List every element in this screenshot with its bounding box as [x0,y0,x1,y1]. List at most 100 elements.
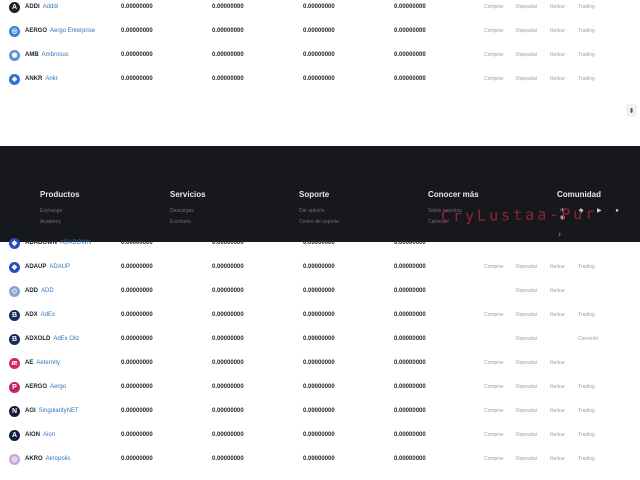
deposit-link[interactable]: Depositar [516,360,537,366]
symbol-text: ADXOLD [25,336,51,342]
table-row: ◉ AMB Ambrosus 0.00000000 0.00000000 0.000000… [0,44,640,68]
coin-icon: æ [9,358,20,369]
balance-in-order: 0.00000000 [303,76,335,82]
balance-in-order: 0.00000000 [303,312,335,318]
buy-link[interactable]: Comprar [484,4,503,10]
withdraw-link[interactable]: Retirar [550,28,565,34]
trade-link[interactable]: Trading [578,264,595,270]
trade-link[interactable]: Trading [578,52,595,58]
buy-link[interactable]: Comprar [484,264,503,270]
trade-link[interactable]: Trading [578,76,595,82]
trade-link[interactable]: Trading [578,432,595,438]
withdraw-link[interactable]: Retirar [550,432,565,438]
trade-link[interactable]: Trading [578,312,595,318]
balance-btc-value: 0.00000000 [394,456,426,462]
coin-icon: A [9,430,20,441]
trade-link[interactable]: Convertir [578,336,598,342]
asset-symbol[interactable]: AKRO Akropolis [25,456,70,462]
withdraw-link[interactable]: Retirar [550,312,565,318]
withdraw-link[interactable]: Retirar [550,288,565,294]
scroll-to-top-button[interactable]: ⬍ [626,104,637,117]
balance-available: 0.00000000 [212,384,244,390]
asset-symbol[interactable]: ADDI Adddi [25,4,58,10]
asset-symbol[interactable]: AERGO Aergo Enterprise [25,28,95,34]
buy-link[interactable]: Comprar [484,52,503,58]
asset-symbol[interactable]: ANKR Ankr [25,76,58,82]
site-footer: Productos Exchange Academy Servicios Des… [0,146,640,242]
footer-link[interactable]: Academy [40,219,80,225]
balance-in-order: 0.00000000 [303,432,335,438]
asset-symbol[interactable]: ADD ADD [25,288,54,294]
deposit-link[interactable]: Depositar [516,28,537,34]
buy-link[interactable]: Comprar [484,408,503,414]
buy-link[interactable]: Comprar [484,384,503,390]
footer-link[interactable]: Exchange [40,208,80,214]
trade-link[interactable]: Trading [578,456,595,462]
asset-symbol[interactable]: AGI SingularityNET [25,408,79,414]
buy-link[interactable]: Comprar [484,360,503,366]
balance-total: 0.00000000 [121,336,153,342]
asset-symbol[interactable]: ADADOWN ADADOWN [25,240,91,246]
balance-available: 0.00000000 [212,4,244,10]
asset-name: AdEx Old [53,336,79,342]
withdraw-link[interactable]: Retirar [550,4,565,10]
asset-symbol[interactable]: AMB Ambrosus [25,52,69,58]
buy-link[interactable]: Comprar [484,76,503,82]
balance-available: 0.00000000 [212,312,244,318]
buy-link[interactable]: Comprar [484,312,503,318]
deposit-link[interactable]: Depositar [516,264,537,270]
buy-link[interactable]: Comprar [484,456,503,462]
withdraw-link[interactable]: Retirar [550,52,565,58]
asset-symbol[interactable]: AE Aeternity [25,360,60,366]
coin-icon: ◆ [9,238,20,249]
deposit-link[interactable]: Depositar [516,52,537,58]
deposit-link[interactable]: Depositar [516,312,537,318]
deposit-link[interactable]: Depositar [516,288,537,294]
asset-symbol[interactable]: AION Aion [25,432,55,438]
symbol-text: ADX [25,312,38,318]
trade-link[interactable]: Trading [578,28,595,34]
buy-link[interactable]: Comprar [484,432,503,438]
table-row: ◈ ANKR Ankr 0.00000000 0.00000000 0.00000000 0… [0,68,640,92]
asset-symbol[interactable]: AERGO Aergo [25,384,66,390]
deposit-link[interactable]: Depositar [516,456,537,462]
balance-available: 0.00000000 [212,52,244,58]
balance-in-order: 0.00000000 [303,28,335,34]
footer-col-soporte: Soporte Dar opinión Centro de soporte [299,190,339,225]
balance-total: 0.00000000 [121,408,153,414]
deposit-link[interactable]: Depositar [516,4,537,10]
asset-symbol[interactable]: ADXOLD AdEx Old [25,336,79,342]
balance-btc-value: 0.00000000 [394,336,426,342]
withdraw-link[interactable]: Retirar [550,76,565,82]
asset-name: Aergo Enterprise [50,28,96,34]
balance-in-order: 0.00000000 [303,456,335,462]
balance-btc-value: 0.00000000 [394,432,426,438]
footer-link[interactable]: Descargas [170,208,206,214]
buy-link[interactable]: Comprar [484,28,503,34]
withdraw-link[interactable]: Retirar [550,384,565,390]
withdraw-link[interactable]: Retirar [550,408,565,414]
balance-total: 0.00000000 [121,28,153,34]
withdraw-link[interactable]: Retirar [550,360,565,366]
deposit-link[interactable]: Depositar [516,432,537,438]
asset-name: ADD [41,288,54,294]
footer-link[interactable]: Escritorio [170,219,206,225]
trade-link[interactable]: Trading [578,408,595,414]
trade-link[interactable]: Trading [578,384,595,390]
deposit-link[interactable]: Depositar [516,336,537,342]
footer-link[interactable]: Dar opinión [299,208,339,214]
footer-heading: Servicios [170,190,206,199]
footer-link[interactable]: Centro de soporte [299,219,339,225]
trade-link[interactable]: Trading [578,4,595,10]
footer-heading: Comunidad [557,190,601,199]
asset-symbol[interactable]: ADX AdEx [25,312,55,318]
deposit-link[interactable]: Depositar [516,76,537,82]
withdraw-link[interactable]: Retirar [550,264,565,270]
symbol-text: AERGO [25,384,48,390]
withdraw-link[interactable]: Retirar [550,456,565,462]
deposit-link[interactable]: Depositar [516,384,537,390]
asset-symbol[interactable]: ADAUP ADAUP [25,264,70,270]
balance-in-order: 0.00000000 [303,408,335,414]
deposit-link[interactable]: Depositar [516,408,537,414]
symbol-text: ADADOWN [25,240,57,246]
